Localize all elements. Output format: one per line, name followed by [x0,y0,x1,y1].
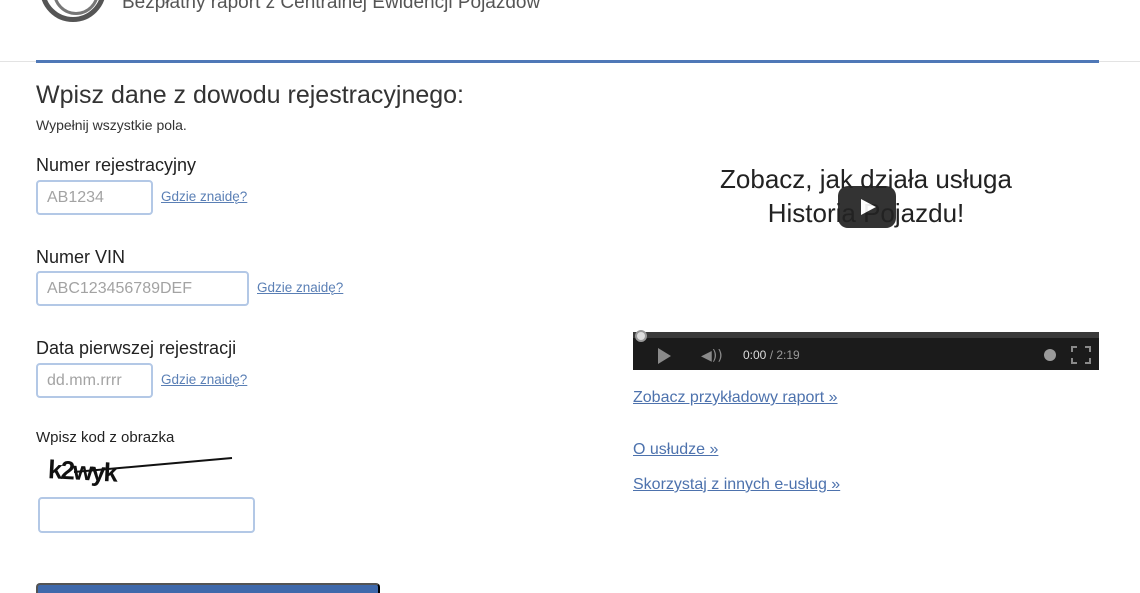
captcha-image: k2wyk [47,454,233,488]
first-registration-label: Data pierwszej rejestracji [36,338,237,358]
captcha-label: Wpisz kod z obrazka [36,429,175,446]
registration-number-input[interactable] [36,180,153,215]
play-icon[interactable] [658,348,671,364]
registration-number-label: Numer rejestracyjny [36,155,197,175]
video-time: 0:00 / 2:19 [743,348,800,362]
video-progress-bar[interactable] [633,330,1099,342]
form-hint: Wypełnij wszystkie pola. [36,117,187,133]
vin-label: Numer VIN [36,247,126,267]
video-play-button[interactable] [838,186,896,228]
form-title: Wpisz dane z dowodu rejestracyjnego: [36,81,465,109]
page-header: Bezpłatny raport z Centralnej Ewidencji … [0,0,1140,62]
volume-icon[interactable]: ◀)) [701,347,723,365]
registration-help-link[interactable]: Gdzie znaidę? [161,189,247,204]
logo-icon[interactable] [40,0,106,22]
video-duration: / 2:19 [769,348,800,362]
video-current-time: 0:00 [743,348,767,362]
other-services-link[interactable]: Skorzystaj z innych e-usług » [633,476,840,494]
first-registration-input[interactable] [36,363,153,398]
submit-button[interactable] [36,583,380,593]
header-subtitle: Bezpłatny raport z Centralnej Ewidencji … [122,0,541,13]
about-service-link[interactable]: O usłudze » [633,441,718,459]
sample-report-link[interactable]: Zobacz przykładowy raport » [633,389,838,407]
video-controls: ◀)) 0:00 / 2:19 [633,330,1099,370]
header-divider [36,60,1099,63]
info-icon[interactable] [1044,349,1056,361]
first-registration-help-link[interactable]: Gdzie znaidę? [161,372,247,387]
fullscreen-icon[interactable] [1071,346,1091,364]
vin-input[interactable] [36,271,249,306]
video-scrubber[interactable] [635,330,647,342]
captcha-input[interactable] [38,497,255,533]
vin-help-link[interactable]: Gdzie znaidę? [257,280,343,295]
